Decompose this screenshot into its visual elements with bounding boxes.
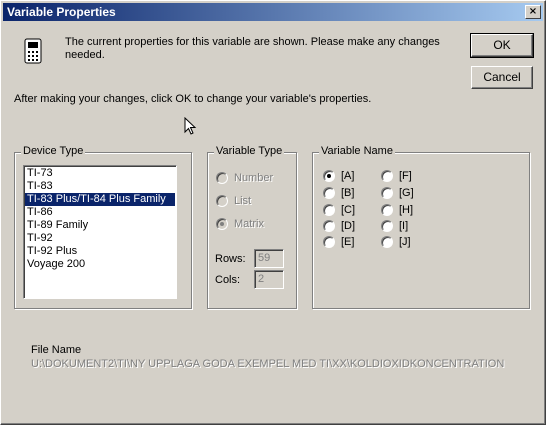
var-name-b-label: [B] — [341, 187, 355, 199]
var-name-c-label: [C] — [341, 204, 356, 216]
var-name-g-label: [G] — [399, 187, 414, 199]
var-name-h-radio[interactable] — [381, 204, 393, 216]
intro-text-line1: The current properties for this variable… — [65, 36, 440, 48]
var-name-j-radio[interactable] — [381, 236, 393, 248]
close-button[interactable]: × — [525, 5, 541, 19]
var-name-b-radio[interactable] — [323, 187, 335, 199]
device-item-ti-73[interactable]: TI-73 — [25, 167, 175, 180]
var-type-list-label: List — [234, 195, 252, 207]
device-item-ti-92[interactable]: TI-92 — [25, 232, 175, 245]
var-name-a-label: [A] — [341, 170, 355, 182]
device-item-ti-86[interactable]: TI-86 — [25, 206, 175, 219]
var-name-f-option[interactable]: [F] — [381, 169, 412, 183]
var-name-f-label: [F] — [399, 170, 412, 182]
instruction-text: After making your changes, click OK to c… — [14, 93, 372, 105]
device-type-group: Device Type TI-73 TI-83 TI-83 Plus/TI-84… — [14, 145, 192, 309]
file-path: U:\DOKUMENT2\TI\NY UPPLAGA GODA EXEMPEL … — [31, 358, 505, 370]
device-type-listbox[interactable]: TI-73 TI-83 TI-83 Plus/TI-84 Plus Family… — [23, 165, 177, 299]
var-name-a-radio[interactable] — [323, 170, 335, 182]
device-item-ti-92-plus[interactable]: TI-92 Plus — [25, 245, 175, 258]
window-title: Variable Properties — [7, 5, 116, 19]
var-name-d-label: [D] — [341, 220, 356, 232]
var-type-number-label: Number — [234, 172, 274, 184]
var-name-i-label: [I] — [399, 220, 409, 232]
title-bar[interactable]: Variable Properties × — [3, 3, 543, 21]
ok-button[interactable]: OK — [470, 33, 534, 58]
device-item-voyage-200[interactable]: Voyage 200 — [25, 258, 175, 271]
var-name-i-option[interactable]: [I] — [381, 219, 408, 233]
cols-label: Cols: — [215, 274, 241, 286]
var-type-matrix-option: Matrix — [216, 217, 264, 231]
var-type-number-option: Number — [216, 171, 273, 185]
var-type-number-radio — [216, 172, 228, 184]
rows-label: Rows: — [215, 253, 246, 265]
calculator-icon — [24, 38, 42, 64]
device-item-ti-83-plus[interactable]: TI-83 Plus/TI-84 Plus Family — [25, 193, 175, 206]
var-name-j-label: [J] — [399, 236, 411, 248]
var-name-a-option[interactable]: [A] — [323, 169, 354, 183]
var-name-c-option[interactable]: [C] — [323, 203, 355, 217]
var-type-list-radio — [216, 195, 228, 207]
cols-field: 2 — [254, 270, 284, 289]
device-item-ti-89[interactable]: TI-89 Family — [25, 219, 175, 232]
variable-name-label: Variable Name — [319, 145, 395, 157]
var-type-matrix-radio — [216, 218, 228, 230]
device-item-ti-83[interactable]: TI-83 — [25, 180, 175, 193]
file-name-label: File Name — [31, 344, 82, 356]
var-name-e-radio[interactable] — [323, 236, 335, 248]
variable-type-label: Variable Type — [214, 145, 285, 157]
var-name-d-option[interactable]: [D] — [323, 219, 355, 233]
rows-field: 59 — [254, 249, 284, 268]
var-name-g-option[interactable]: [G] — [381, 186, 414, 200]
device-type-label: Device Type — [21, 145, 86, 157]
var-name-h-option[interactable]: [H] — [381, 203, 413, 217]
variable-type-group: Variable Type Number List Matrix Rows: 5… — [207, 145, 297, 309]
intro-text-line2: needed. — [65, 49, 105, 61]
var-name-f-radio[interactable] — [381, 170, 393, 182]
var-name-c-radio[interactable] — [323, 204, 335, 216]
var-name-b-option[interactable]: [B] — [323, 186, 354, 200]
var-name-e-label: [E] — [341, 236, 355, 248]
cancel-button[interactable]: Cancel — [471, 66, 533, 89]
var-name-e-option[interactable]: [E] — [323, 235, 354, 249]
var-name-h-label: [H] — [399, 204, 414, 216]
var-type-matrix-label: Matrix — [234, 218, 264, 230]
var-name-j-option[interactable]: [J] — [381, 235, 411, 249]
var-name-g-radio[interactable] — [381, 187, 393, 199]
variable-properties-dialog: Variable Properties × The current proper… — [0, 0, 546, 425]
var-type-list-option: List — [216, 194, 251, 208]
mouse-cursor-icon — [184, 117, 197, 135]
variable-name-group: Variable Name [A] [B] [C] [D] [E] [F] [G… — [312, 145, 530, 309]
var-name-d-radio[interactable] — [323, 220, 335, 232]
var-name-i-radio[interactable] — [381, 220, 393, 232]
